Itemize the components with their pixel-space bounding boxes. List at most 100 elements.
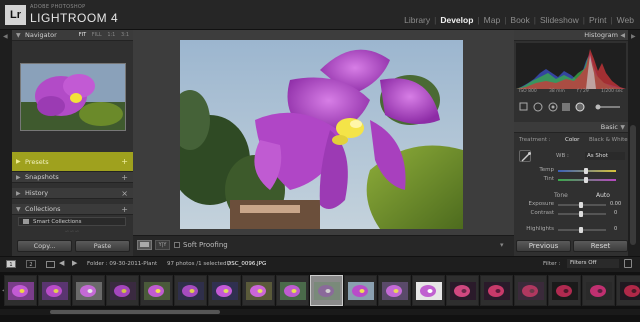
folder-icon [23, 219, 29, 224]
exif-aperture: f / 29 [577, 89, 589, 94]
histogram-header[interactable]: Histogram ◀ [514, 30, 628, 41]
zoom-3-1[interactable]: 3:1 [121, 32, 129, 38]
thumbnail-image [280, 282, 306, 300]
filmstrip-thumbnail[interactable] [208, 275, 241, 306]
thumbnail-image [620, 282, 640, 300]
filmstrip-thumbnail[interactable] [446, 275, 479, 306]
red-eye-icon[interactable] [548, 102, 558, 112]
reset-button[interactable]: Reset [573, 240, 628, 252]
filmstrip-thumbnail[interactable] [174, 275, 207, 306]
filmstrip-thumbnail[interactable] [4, 275, 37, 306]
highlights-label: Highlights [526, 226, 554, 232]
filmstrip-thumbnail[interactable] [616, 275, 640, 306]
contrast-value[interactable]: 0 [614, 210, 617, 216]
loupe-view-button[interactable] [137, 240, 152, 250]
temp-slider-knob[interactable] [584, 168, 588, 174]
collections-header[interactable]: ▼ Collections + [12, 204, 133, 215]
module-book[interactable]: Book [508, 15, 531, 25]
filmstrip-thumbnail[interactable] [72, 275, 105, 306]
filmstrip-thumbnail[interactable] [378, 275, 411, 306]
navigator-preview[interactable] [20, 63, 126, 131]
zoom-fit[interactable]: FIT [79, 32, 86, 38]
tone-auto-button[interactable]: Auto [596, 192, 610, 199]
add-snapshot-icon[interactable]: + [121, 172, 128, 183]
filmstrip-thumbnail[interactable] [242, 275, 275, 306]
filter-dropdown[interactable]: Filters Off [567, 259, 619, 268]
thumbnail-image [8, 282, 34, 300]
module-slideshow[interactable]: Slideshow [538, 15, 581, 25]
filmstrip-thumbnail[interactable] [548, 275, 581, 306]
basic-header[interactable]: Basic ▼ [514, 122, 628, 133]
adjustment-brush-icon[interactable] [595, 104, 621, 110]
add-collection-icon[interactable]: + [121, 204, 128, 215]
exif-info: ISO 800 38 mm f / 29 1/200 sec [516, 89, 626, 97]
filmstrip-thumbnail[interactable] [514, 275, 547, 306]
filter-lock-icon[interactable] [624, 259, 632, 268]
filmstrip-thumbnail[interactable] [38, 275, 71, 306]
wb-label: WB : [556, 153, 569, 159]
lightroom-logo: Lr [5, 5, 26, 25]
left-panel-toggle[interactable]: ◀ [0, 30, 12, 256]
filmstrip-thumbnail[interactable] [140, 275, 173, 306]
filmstrip-thumbnail[interactable] [344, 275, 377, 306]
module-develop[interactable]: Develop [438, 15, 475, 25]
clear-history-icon[interactable]: × [121, 188, 128, 199]
module-web[interactable]: Web [615, 15, 636, 25]
filmstrip-thumbnail[interactable] [480, 275, 513, 306]
treatment-color-option[interactable]: Color [565, 137, 579, 143]
module-print[interactable]: Print [587, 15, 608, 25]
histogram-graph[interactable] [516, 43, 626, 89]
filmstrip-thumbnail[interactable] [412, 275, 445, 306]
exposure-slider-knob[interactable] [579, 202, 583, 208]
treatment-bw-option[interactable]: Black & White [589, 137, 628, 143]
filmstrip-scroll-thumb[interactable] [50, 310, 220, 314]
temp-label: Temp [539, 167, 554, 173]
graduated-filter-icon[interactable] [562, 103, 570, 111]
previous-button[interactable]: Previous [516, 240, 571, 252]
copy-button[interactable]: Copy... [17, 240, 72, 252]
filmstrip-thumbnail[interactable] [582, 275, 615, 306]
soft-proofing-label: Soft Proofing [183, 241, 228, 249]
primary-window-button[interactable]: 1 [6, 260, 16, 268]
white-balance-picker[interactable] [519, 150, 531, 162]
zoom-1-1[interactable]: 1:1 [107, 32, 115, 38]
grid-view-icon[interactable] [46, 261, 55, 268]
toolbar-options-icon[interactable]: ▾ [500, 241, 504, 249]
filmstrip-filename[interactable]: DSC_0096.JPG [227, 261, 266, 267]
module-library[interactable]: Library [402, 15, 432, 25]
before-after-button[interactable]: Y|Y [155, 240, 170, 250]
exposure-label: Exposure [528, 201, 554, 207]
navigator-header[interactable]: ▼ Navigator FIT FILL 1:1 3:1 [12, 30, 133, 41]
filmstrip-thumbnail[interactable] [106, 275, 139, 306]
history-header[interactable]: ▶ History × [12, 188, 133, 199]
presets-header[interactable]: ▶ Presets + [12, 152, 133, 172]
right-panel-scrollbar[interactable] [630, 125, 636, 245]
collapse-left-icon: ◀ [3, 33, 8, 40]
module-map[interactable]: Map [482, 15, 503, 25]
snapshots-header[interactable]: ▶ Snapshots + [12, 172, 133, 183]
forward-arrow-icon[interactable]: ▶ [72, 259, 77, 267]
paste-button[interactable]: Paste [75, 240, 130, 252]
spot-removal-icon[interactable] [533, 102, 543, 112]
filmstrip-thumbnail[interactable] [310, 275, 343, 306]
thumbnail-image [484, 282, 510, 300]
tone-label: Tone [554, 192, 568, 199]
filmstrip-thumbnail[interactable] [276, 275, 309, 306]
soft-proofing-checkbox[interactable] [174, 242, 180, 248]
contrast-slider-knob[interactable] [579, 211, 583, 217]
exposure-value[interactable]: 0.00 [610, 201, 621, 207]
zoom-fill[interactable]: FILL [92, 32, 102, 38]
main-photo[interactable] [180, 40, 463, 229]
highlights-slider-knob[interactable] [579, 227, 583, 233]
secondary-window-button[interactable]: 2 [26, 260, 36, 268]
filmstrip-source[interactable]: Folder : 09-30-2011-Plant [87, 261, 157, 267]
highlights-value[interactable]: 0 [614, 226, 617, 232]
tint-slider-knob[interactable] [584, 177, 588, 183]
crop-tool-icon[interactable] [519, 102, 528, 111]
thumbnail-image [518, 282, 544, 300]
radial-filter-icon[interactable] [575, 102, 585, 112]
add-preset-icon[interactable]: + [121, 152, 128, 172]
smart-collections-item[interactable]: Smart Collections [18, 217, 126, 226]
wb-dropdown[interactable]: As Shot [585, 152, 625, 160]
back-arrow-icon[interactable]: ◀ [59, 259, 64, 267]
